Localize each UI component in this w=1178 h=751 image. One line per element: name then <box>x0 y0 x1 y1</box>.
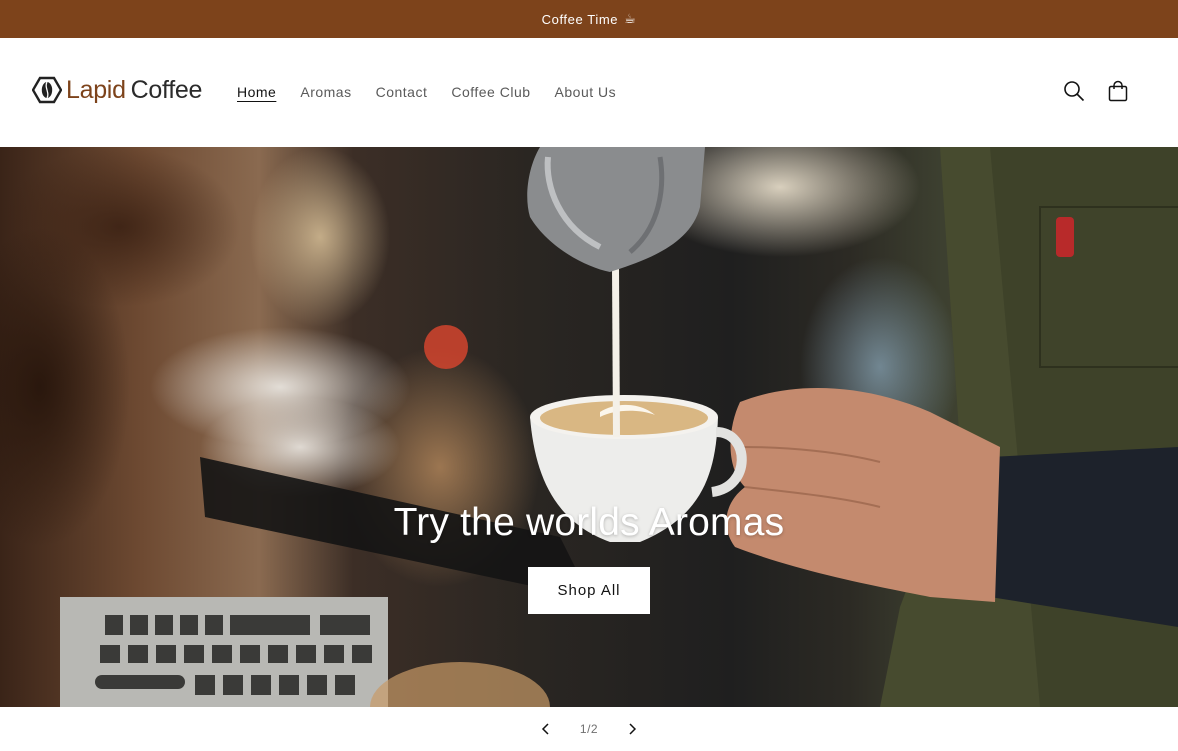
slideshow-controls: 1/2 <box>0 707 1178 751</box>
nav-item-aromas[interactable]: Aromas <box>300 83 351 101</box>
nav-item-home[interactable]: Home <box>237 83 276 101</box>
main-nav: Home Aromas Contact Coffee Club About Us <box>237 83 640 101</box>
search-button[interactable] <box>1061 78 1087 104</box>
logo-word-lapid: Lapid <box>66 75 126 104</box>
logo-word-coffee: Coffee <box>130 75 203 104</box>
nav-item-about-us[interactable]: About Us <box>555 83 617 101</box>
coffee-bean-hexagon-icon <box>32 76 62 104</box>
hero-title: Try the worlds Aromas <box>393 501 785 544</box>
announcement-text: Coffee Time <box>541 11 619 27</box>
logo[interactable]: Lapid Coffee <box>32 74 202 106</box>
cart-button[interactable] <box>1105 78 1131 104</box>
hero-content: Try the worlds Aromas Shop All <box>0 501 1178 614</box>
slide-prev-button[interactable] <box>534 717 558 741</box>
slide-counter: 1/2 <box>579 722 599 736</box>
chevron-right-icon <box>629 723 637 735</box>
hero-background-image <box>60 147 1178 707</box>
slide-next-button[interactable] <box>620 717 644 741</box>
shop-all-button[interactable]: Shop All <box>528 567 650 614</box>
coffee-cup-icon: ☕ <box>624 11 637 26</box>
hero-banner: Try the worlds Aromas Shop All <box>0 147 1178 707</box>
site-header: Lapid Coffee Home Aromas Contact Coffee … <box>0 38 1178 147</box>
announcement-bar: Coffee Time ☕ <box>0 0 1178 38</box>
nav-item-contact[interactable]: Contact <box>376 83 428 101</box>
chevron-left-icon <box>541 723 549 735</box>
cart-icon <box>1108 80 1128 102</box>
search-icon <box>1064 81 1085 102</box>
nav-item-coffee-club[interactable]: Coffee Club <box>451 83 530 101</box>
